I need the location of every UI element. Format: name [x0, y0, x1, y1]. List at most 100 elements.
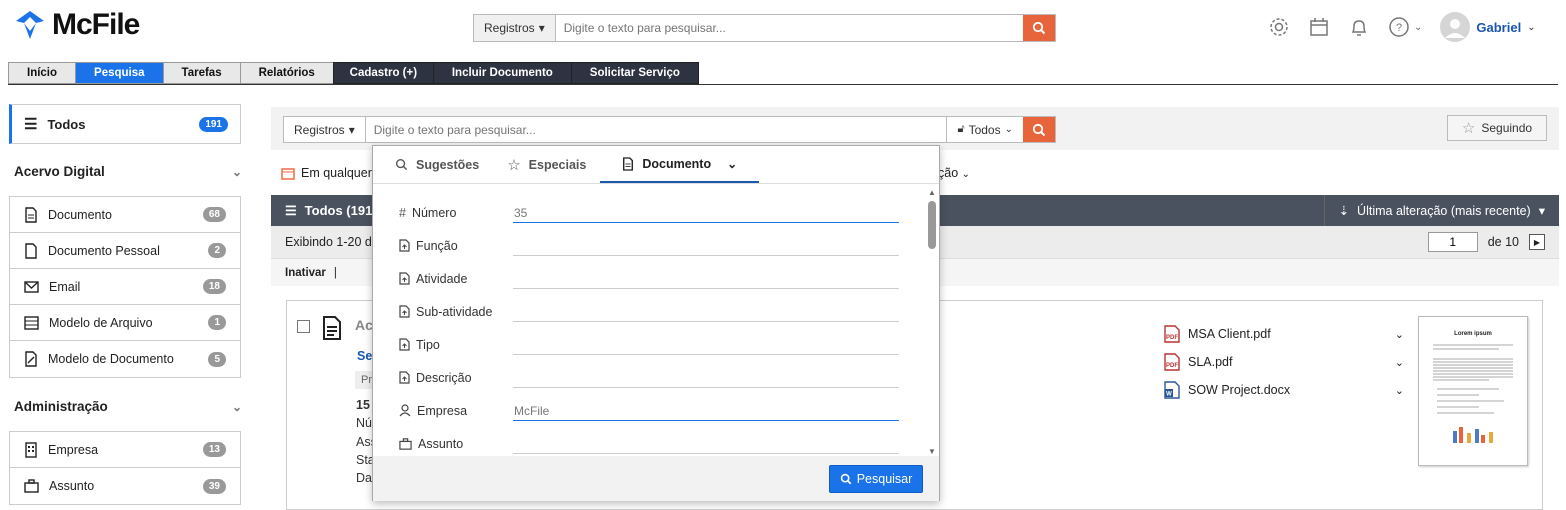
sidebar-item-documento[interactable]: Documento 68: [10, 197, 240, 233]
pdf-icon: PDF: [1164, 353, 1180, 371]
funcao-input[interactable]: [513, 236, 899, 256]
count-badge: 68: [202, 207, 226, 222]
help-menu[interactable]: ? ⌄: [1388, 16, 1422, 38]
count-badge: 1: [208, 315, 226, 330]
chevron-down-icon[interactable]: ⌄: [1395, 384, 1404, 397]
sidebar-item-email[interactable]: Email 18: [10, 269, 240, 305]
hash-icon: #: [399, 205, 406, 220]
record-link[interactable]: Se: [357, 349, 372, 363]
calendar-icon[interactable]: [1308, 16, 1330, 38]
sort-filter[interactable]: ção ⌄: [938, 166, 970, 180]
pesquisar-button[interactable]: Pesquisar: [829, 465, 923, 493]
attachment-item[interactable]: PDF SLA.pdf ⌄: [1164, 348, 1404, 376]
sidebar-item-label: Empresa: [48, 442, 99, 457]
record-line: 15: [356, 398, 370, 412]
record-checkbox[interactable]: [297, 320, 310, 333]
tab-documento[interactable]: Documento ⌄: [600, 146, 760, 183]
count-badge: 13: [202, 442, 226, 457]
descricao-input[interactable]: [513, 368, 899, 388]
sidebar-item-todos[interactable]: ☰ Todos 191: [9, 104, 241, 144]
logo[interactable]: McFile: [14, 8, 140, 42]
follow-button[interactable]: ☆ Seguindo: [1447, 115, 1547, 141]
gear-icon[interactable]: [1268, 16, 1290, 38]
svg-text:PDF: PDF: [1166, 363, 1178, 369]
inativar-action[interactable]: Inativar: [285, 267, 326, 279]
chevron-down-icon[interactable]: ⌄: [1395, 328, 1404, 341]
svg-text:?: ?: [1396, 22, 1402, 34]
document-icon: [623, 156, 634, 171]
atividade-input[interactable]: [513, 269, 899, 289]
sidebar-item-modelo-de-arquivo[interactable]: Modelo de Arquivo 1: [10, 305, 240, 341]
tab-solicitar-servico[interactable]: Solicitar Serviço: [570, 62, 699, 84]
bell-icon[interactable]: [1348, 16, 1370, 38]
field-label: Empresa: [417, 403, 468, 418]
tab-relatorios[interactable]: Relatórios: [239, 62, 333, 84]
record-title[interactable]: Ac: [355, 317, 373, 333]
main-search-button[interactable]: [1023, 117, 1055, 142]
count-badge: 5: [208, 351, 226, 367]
numero-input[interactable]: 35: [513, 203, 899, 223]
chevron-down-icon[interactable]: ⌄: [1395, 356, 1404, 369]
panel-scrollbar[interactable]: ▲ ▼: [927, 188, 937, 456]
attachment-name: SOW Project.docx: [1188, 383, 1291, 397]
sort-label: Última alteração (mais recente): [1357, 203, 1531, 218]
panel-tabs: Sugestões ☆ Especiais Documento ⌄: [373, 146, 939, 184]
sidebar-section-acervo-digital[interactable]: Acervo Digital ⌄: [14, 164, 242, 179]
sub-atividade-input[interactable]: [513, 302, 899, 322]
main-search-scope[interactable]: Registros ▾: [284, 117, 366, 142]
section-title: Acervo Digital: [14, 164, 105, 179]
chevron-down-icon: ⌄: [231, 164, 242, 179]
chevron-down-icon: ⌄: [1414, 21, 1423, 33]
record-line: Nú: [356, 416, 372, 430]
visibility-select[interactable]: 🔓︎ Todos ⌄: [946, 117, 1023, 142]
date-filter[interactable]: Em qualquer: [281, 166, 372, 180]
sidebar-section-administracao[interactable]: Administração ⌄: [14, 399, 242, 414]
tab-tarefas[interactable]: Tarefas: [162, 62, 240, 84]
attachment-item[interactable]: PDF MSA Client.pdf ⌄: [1164, 320, 1404, 348]
panel-footer: Pesquisar: [373, 456, 939, 501]
document-thumbnail[interactable]: Lorem ipsum: [1418, 316, 1528, 466]
section-title: Administração: [14, 399, 108, 414]
chevron-down-icon: ⌄: [1004, 124, 1013, 135]
sidebar-item-documento-pessoal[interactable]: Documento Pessoal 2: [10, 233, 240, 269]
scroll-up-icon[interactable]: ▲: [927, 188, 937, 197]
scroll-thumb[interactable]: [928, 201, 936, 249]
header-icons: ? ⌄ Gabriel ⌄: [1268, 12, 1536, 42]
next-page-button[interactable]: ▶: [1529, 234, 1545, 250]
file-up-icon: [399, 272, 410, 285]
main-tabs: Início Pesquisa Tarefas Relatórios Cadas…: [8, 62, 699, 84]
tab-pesquisa[interactable]: Pesquisa: [75, 62, 163, 84]
attachment-item[interactable]: W SOW Project.docx ⌄: [1164, 376, 1404, 404]
document-icon: [323, 316, 341, 340]
sidebar-item-modelo-de-documento[interactable]: Modelo de Documento 5: [10, 341, 240, 377]
top-search-input[interactable]: [555, 15, 1023, 41]
main-search-input[interactable]: [365, 117, 947, 142]
tab-cadastro[interactable]: Cadastro (+): [332, 62, 433, 84]
sort-button[interactable]: ⇣ Última alteração (mais recente) ▾: [1323, 195, 1545, 226]
file-up-icon: [399, 371, 410, 384]
svg-text:W: W: [1166, 392, 1172, 398]
field-descricao: Descrição: [373, 361, 913, 394]
template-icon: [25, 351, 37, 367]
top-search-button[interactable]: [1023, 15, 1055, 41]
sidebar-item-empresa[interactable]: Empresa 13: [10, 432, 240, 468]
separator: |: [333, 266, 337, 279]
top-search-scope[interactable]: Registros ▾: [474, 15, 556, 41]
sidebar-item-label: Modelo de Documento: [48, 352, 174, 366]
tab-inicio[interactable]: Início: [8, 62, 76, 84]
empresa-input[interactable]: McFile: [513, 401, 899, 421]
tab-especiais[interactable]: ☆ Especiais: [493, 146, 600, 183]
sidebar-item-label: Assunto: [49, 479, 95, 493]
field-empresa: Empresa McFile: [373, 394, 913, 427]
sidebar-item-assunto[interactable]: Assunto 39: [10, 468, 240, 504]
field-label: Função: [416, 238, 458, 253]
page-input[interactable]: [1427, 232, 1478, 252]
tab-sugestoes[interactable]: Sugestões: [381, 146, 493, 183]
user-menu[interactable]: Gabriel ⌄: [1440, 12, 1536, 42]
assunto-input[interactable]: [513, 434, 899, 454]
tab-incluir-documento[interactable]: Incluir Documento: [432, 62, 571, 84]
scroll-down-icon[interactable]: ▼: [927, 447, 937, 456]
tipo-input[interactable]: [513, 335, 899, 355]
sidebar-item-label: Documento Pessoal: [48, 243, 160, 258]
field-label: Número: [411, 205, 457, 220]
